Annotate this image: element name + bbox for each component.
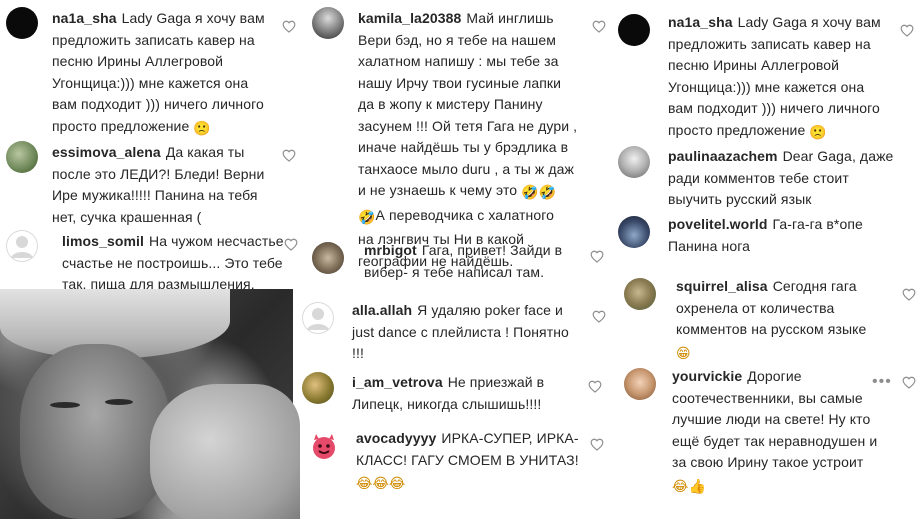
avatar[interactable] <box>624 278 656 310</box>
heart-outline-icon[interactable] <box>592 20 606 33</box>
heart-outline-icon[interactable] <box>590 250 604 263</box>
username[interactable]: alla.allah <box>352 302 412 318</box>
username[interactable]: povelitel.world <box>668 216 768 232</box>
comment-text: na1a_sha Lady Gaga я хочу вам предложить … <box>52 8 282 140</box>
comment: povelitel.world Га-га-га в*опе Панина ног… <box>610 208 922 266</box>
heart-outline-icon[interactable] <box>284 238 298 251</box>
avatar[interactable] <box>308 430 340 462</box>
avatar[interactable] <box>6 230 38 262</box>
comment: i_am_vetrova Не приезжай в Липецк, никогд… <box>300 364 610 422</box>
comment-text: avocadyyyy ИРКА-СУПЕР, ИРКА- КЛАСС! ГАГУ … <box>356 428 592 496</box>
avatar[interactable] <box>624 368 656 400</box>
avatar[interactable] <box>312 7 344 39</box>
heart-outline-icon[interactable] <box>900 24 914 37</box>
heart-outline-icon[interactable] <box>902 376 916 389</box>
username[interactable]: squirrel_alisa <box>676 278 768 294</box>
comment: limos_somil На чужом несчастье счастье не… <box>0 222 300 292</box>
avatar[interactable] <box>618 14 650 46</box>
comment: paulinaazachem Dear Gaga, даже ради комме… <box>610 140 922 207</box>
username[interactable]: i_am_vetrova <box>352 374 443 390</box>
username[interactable]: mrbigot <box>364 242 417 258</box>
heart-outline-icon[interactable] <box>590 438 604 451</box>
avatar[interactable] <box>618 216 650 248</box>
comment: yourvickie Дорогие соотечественники, вы с… <box>610 360 922 519</box>
default-avatar-icon <box>11 236 33 258</box>
comment: essimova_alena Да какая ты после это ЛЕДИ… <box>0 133 300 225</box>
comment: squirrel_alisa Сегодня гага охренела от к… <box>610 268 922 362</box>
avatar[interactable] <box>302 372 334 404</box>
username[interactable]: yourvickie <box>672 368 742 384</box>
comment-text: na1a_sha Lady Gaga я хочу вам предложить … <box>668 12 904 144</box>
heart-outline-icon[interactable] <box>902 288 916 301</box>
heart-outline-icon[interactable] <box>592 310 606 323</box>
username[interactable]: na1a_sha <box>668 14 733 30</box>
username[interactable]: na1a_sha <box>52 10 117 26</box>
comment-text: alla.allah Я удаляю poker face и just dan… <box>352 302 569 361</box>
username[interactable]: essimova_alena <box>52 144 161 160</box>
comment-text: limos_somil На чужом несчастье счастье не… <box>62 233 284 292</box>
emoji: 😂👍 <box>672 478 706 495</box>
comment-text: paulinaazachem Dear Gaga, даже ради комме… <box>668 148 894 207</box>
emoji: 🤣 <box>358 209 376 226</box>
comment-text: essimova_alena Да какая ты после это ЛЕДИ… <box>52 144 265 225</box>
comment-text: i_am_vetrova Не приезжай в Липецк, никогд… <box>352 374 545 412</box>
comment: kamila_la20388 Май инглишь Вери бэд, но я… <box>300 0 610 269</box>
more-dots-icon[interactable]: ••• <box>872 374 892 390</box>
username[interactable]: avocadyyyy <box>356 430 436 446</box>
reaction-photo <box>0 289 300 519</box>
emoji: 🤣🤣 <box>521 185 557 201</box>
avatar[interactable] <box>6 7 38 39</box>
comment: na1a_sha Lady Gaga я хочу вам предложить … <box>0 0 300 137</box>
comment: mrbigot Гага, привет! Зайди в вибер- я те… <box>300 234 610 292</box>
comments-column-middle: kamila_la20388 Май инглишь Вери бэд, но я… <box>300 0 610 519</box>
comment-text: mrbigot Гага, привет! Зайди в вибер- я те… <box>364 242 563 280</box>
comment-text: povelitel.world Га-га-га в*опе Панина ног… <box>668 216 863 254</box>
photo-hand <box>150 384 300 519</box>
comment: na1a_sha Lady Gaga я хочу вам предложить … <box>610 0 922 141</box>
heart-outline-icon[interactable] <box>282 20 296 33</box>
avatar[interactable] <box>312 242 344 274</box>
comment-text: yourvickie Дорогие соотечественники, вы с… <box>672 366 904 498</box>
comment: alla.allah Я удаляю poker face и just dan… <box>300 294 610 364</box>
comment-text: kamila_la20388 Май инглишь Вери бэд, но я… <box>358 10 578 269</box>
heart-outline-icon[interactable] <box>588 380 602 393</box>
devil-emoji-avatar-icon <box>313 434 335 459</box>
avatar[interactable] <box>6 141 38 173</box>
comments-column-right: na1a_sha Lady Gaga я хочу вам предложить … <box>610 0 922 519</box>
username[interactable]: limos_somil <box>62 233 144 249</box>
comments-column-left: na1a_sha Lady Gaga я хочу вам предложить … <box>0 0 300 519</box>
photo-face <box>20 344 170 519</box>
heart-outline-icon[interactable] <box>282 149 296 162</box>
default-avatar-icon <box>307 308 329 330</box>
comment-text: squirrel_alisa Сегодня гага охренела от к… <box>676 276 906 365</box>
avatar[interactable] <box>302 302 334 334</box>
username[interactable]: paulinaazachem <box>668 148 778 164</box>
comment: avocadyyyy ИРКА-СУПЕР, ИРКА- КЛАСС! ГАГУ … <box>300 422 610 519</box>
avatar[interactable] <box>618 146 650 178</box>
username[interactable]: kamila_la20388 <box>358 10 461 26</box>
emoji: 😂😂😂 <box>356 476 406 492</box>
